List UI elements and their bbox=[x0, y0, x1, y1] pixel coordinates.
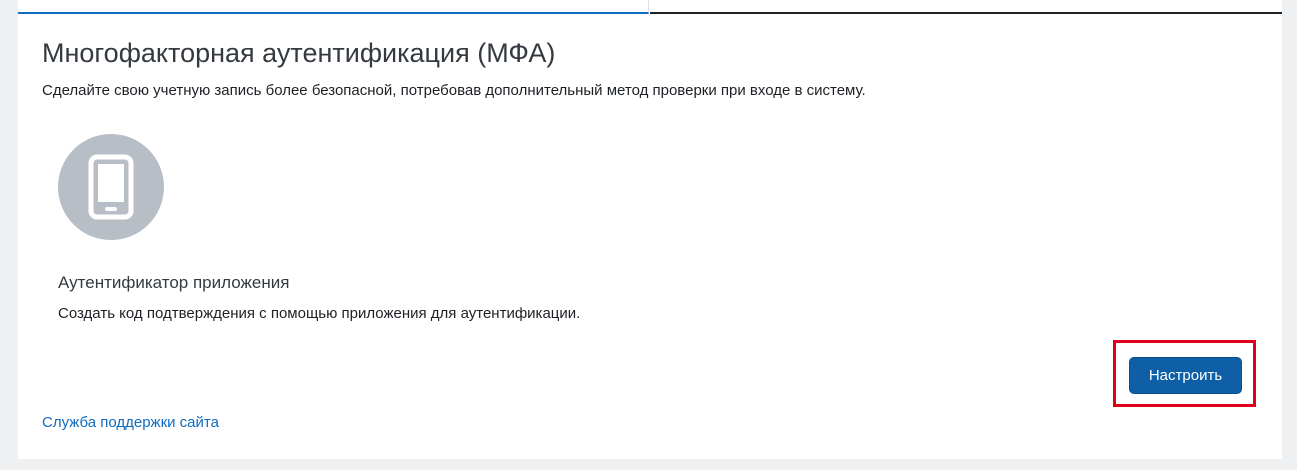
page-description: Сделайте свою учетную запись более безоп… bbox=[42, 82, 866, 99]
page-title: Многофакторная аутентификация (МФА) bbox=[42, 38, 556, 68]
tab-bar bbox=[18, 0, 1282, 14]
setup-button[interactable]: Настроить bbox=[1129, 357, 1242, 394]
method-title: Аутентификатор приложения bbox=[58, 273, 290, 292]
support-link[interactable]: Служба поддержки сайта bbox=[42, 414, 219, 431]
tab-inactive[interactable] bbox=[650, 0, 1282, 14]
mfa-card: Многофакторная аутентификация (МФА) Сдел… bbox=[18, 14, 1282, 459]
tab-active[interactable] bbox=[18, 0, 649, 14]
mobile-phone-icon bbox=[58, 134, 164, 240]
method-description: Создать код подтверждения с помощью прил… bbox=[58, 305, 581, 322]
